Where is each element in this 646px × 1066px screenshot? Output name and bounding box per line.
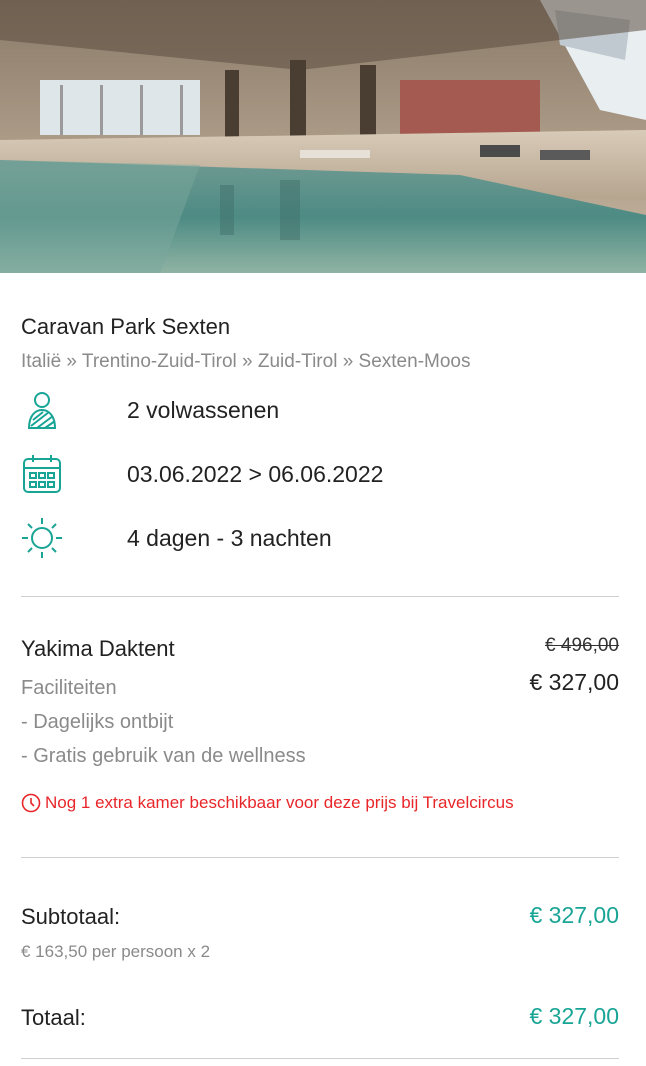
- subtotal-value: € 327,00: [529, 902, 619, 928]
- subtotal-note: € 163,50 per persoon x 2: [21, 942, 211, 961]
- availability-alert: Nog 1 extra kamer beschikbaar voor deze …: [21, 793, 619, 813]
- location-breadcrumb: Italië » Trentino-Zuid-Tirol » Zuid-Tiro…: [21, 351, 471, 372]
- booking-summary: Caravan Park Sexten Italië » Trentino-Zu…: [0, 313, 646, 1059]
- clock-icon: [21, 793, 41, 813]
- person-icon: [21, 389, 63, 431]
- duration-row: 4 dagen - 3 nachten: [21, 506, 619, 570]
- calendar-icon: [21, 453, 63, 495]
- facility-item: - Dagelijks ontbijt: [21, 711, 174, 733]
- duration-text: 4 dagen - 3 nachten: [127, 524, 332, 551]
- sun-icon: [21, 517, 63, 559]
- dates-row: 03.06.2022 > 06.06.2022: [21, 442, 619, 506]
- total-value: € 327,00: [529, 1003, 619, 1029]
- trip-details: 2 volwassenen 03.06.2022 > 06.06.2022 4 …: [21, 378, 619, 570]
- facility-item: - Gratis gebruik van de wellness: [21, 745, 306, 767]
- total-row: Totaal: € 327,00: [21, 1003, 619, 1033]
- dates-text: 03.06.2022 > 06.06.2022: [127, 460, 384, 487]
- original-price: € 496,00: [545, 635, 619, 656]
- accommodation-name: Caravan Park Sexten: [21, 314, 231, 339]
- room-name: Yakima Daktent: [21, 636, 175, 661]
- room-section: Yakima Daktent € 496,00 € 327,00 Facilit…: [21, 597, 619, 857]
- price-summary: Subtotaal: € 163,50 per persoon x 2 € 32…: [21, 858, 619, 1058]
- guests-row: 2 volwassenen: [21, 378, 619, 442]
- wellness-pool-photo: [0, 0, 646, 273]
- discounted-price: € 327,00: [529, 669, 619, 695]
- hero-image: [0, 0, 646, 273]
- divider: [21, 1058, 619, 1059]
- guests-text: 2 volwassenen: [127, 396, 280, 423]
- availability-alert-text: Nog 1 extra kamer beschikbaar voor deze …: [45, 793, 514, 812]
